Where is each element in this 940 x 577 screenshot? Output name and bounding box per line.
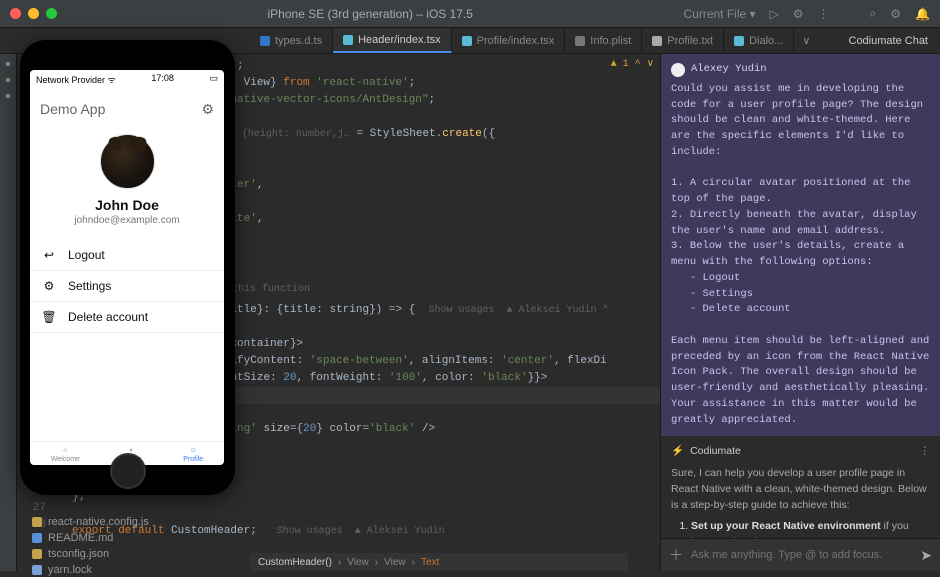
profile-email: johndoe@example.com [74,215,179,226]
ts-icon [260,36,270,46]
user-avatar-icon [671,63,685,77]
chat-input[interactable] [691,549,912,561]
search-icon[interactable]: ⌕ [870,6,877,21]
chat-bot-intro: Sure, I can help you develop a user prof… [671,466,930,513]
tab-info-plist[interactable]: Info.plist [565,28,642,53]
profile-menu: ↩ Logout ⚙ Settings 🗑 Delete account [30,236,224,337]
titlebar: iPhone SE (3rd generation) – iOS 17.5 Cu… [0,0,940,28]
chat-user-message: Alexey Yudin Could you assist me in deve… [661,54,940,436]
app-title: Demo App [40,101,105,117]
chat-user-text: Could you assist me in developing the co… [671,82,930,429]
home-button[interactable] [110,453,146,489]
notifications-icon[interactable]: 🔔 [915,7,930,21]
chat-input-row: ＋ ➤ [661,538,940,571]
breadcrumb-item[interactable]: View [384,557,406,568]
step-1: Set up your React Native environment if … [691,519,930,538]
gear-icon: ⚙ [42,279,56,293]
minimize-window[interactable] [28,8,39,19]
window-title: iPhone SE (3rd generation) – iOS 17.5 [64,7,677,21]
menu-delete[interactable]: 🗑 Delete account [30,302,224,333]
logout-icon: ↩ [42,248,56,262]
problems-indicator[interactable]: ▲ 1 ^ ∨ [611,58,654,70]
profile-name: John Doe [95,197,159,213]
settings-icon[interactable]: ⚙ [201,101,214,118]
menu-settings[interactable]: ⚙ Settings [30,271,224,302]
tab-types-dts[interactable]: types.d.ts [250,28,333,53]
chat-bot-name: Codiumate [690,444,741,460]
tab-profile-index[interactable]: Profile/index.tsx [452,28,566,53]
trash-icon: 🗑 [42,310,56,324]
chat-bot-menu-icon[interactable]: ⋮ [920,444,931,460]
tsx-icon [343,35,353,45]
tool-strip [0,54,17,571]
wifi-icon: ᯤ [108,75,116,85]
menu-item-label: Logout [68,248,105,262]
run-icon[interactable]: ▷ [770,7,779,21]
file-icon [32,533,42,543]
chat-add-icon[interactable]: ＋ [669,545,683,565]
file-item[interactable]: README.md [28,531,153,545]
editor-breadcrumb[interactable]: CustomHeader() › View › View › Text [250,553,628,571]
tab-profile[interactable]: ☺Profile [183,447,203,463]
file-icon [32,549,42,559]
battery-icon: ▭ [209,73,218,86]
project-files: react-native.config.js README.md tsconfig.… [28,515,153,577]
menu-logout[interactable]: ↩ Logout [30,240,224,271]
maximize-window[interactable] [46,8,57,19]
more-icon[interactable]: ⋮ [818,7,830,21]
menu-item-label: Settings [68,279,111,293]
chat-panel: Alexey Yudin Could you assist me in deve… [660,54,940,571]
tsx-icon [734,36,744,46]
chat-bot-message: Codiumate ⋮ Sure, I can help you develop… [661,436,940,538]
chat-panel-title: Codiumate Chat [837,28,940,53]
breadcrumb-item[interactable]: CustomHeader() [258,557,332,568]
plist-icon [575,36,585,46]
ios-simulator: Network Provider ᯤ 17:08 ▭ Demo App ⚙ Jo… [20,40,235,515]
file-item[interactable]: yarn.lock [28,563,153,577]
tab-overflow[interactable]: ∨ [794,28,818,53]
tab-welcome[interactable]: ⌂Welcome [51,447,80,463]
tab-dialog[interactable]: Dialo... [724,28,794,53]
close-window[interactable] [10,8,21,19]
tsx-icon [462,36,472,46]
tab-profile-txt[interactable]: Profile.txt [642,28,724,53]
chat-send-icon[interactable]: ➤ [920,547,932,564]
breadcrumb-item[interactable]: View [347,557,369,568]
phone-status-bar: Network Provider ᯤ 17:08 ▭ [30,70,224,89]
ide-settings-icon[interactable]: ⚙ [890,7,901,21]
profile-avatar[interactable] [100,134,155,189]
profile-icon: ☺ [190,447,197,454]
file-item[interactable]: tsconfig.json [28,547,153,561]
debug-icon[interactable]: ⚙ [793,7,804,21]
file-icon [32,517,42,527]
toolstrip-icon[interactable] [6,78,10,82]
tab-header-index[interactable]: Header/index.tsx [333,28,452,53]
current-file-dropdown[interactable]: Current File ▾ [684,7,756,21]
txt-icon [652,36,662,46]
chat-user-name: Alexey Yudin [691,62,767,78]
breadcrumb-item[interactable]: Text [421,557,439,568]
file-icon [32,565,42,575]
file-item[interactable]: react-native.config.js [28,515,153,529]
app-header: Demo App ⚙ [30,89,224,129]
home-icon: ⌂ [63,447,67,454]
toolstrip-icon[interactable] [6,62,10,66]
toolstrip-icon[interactable] [6,94,10,98]
menu-item-label: Delete account [68,310,148,324]
